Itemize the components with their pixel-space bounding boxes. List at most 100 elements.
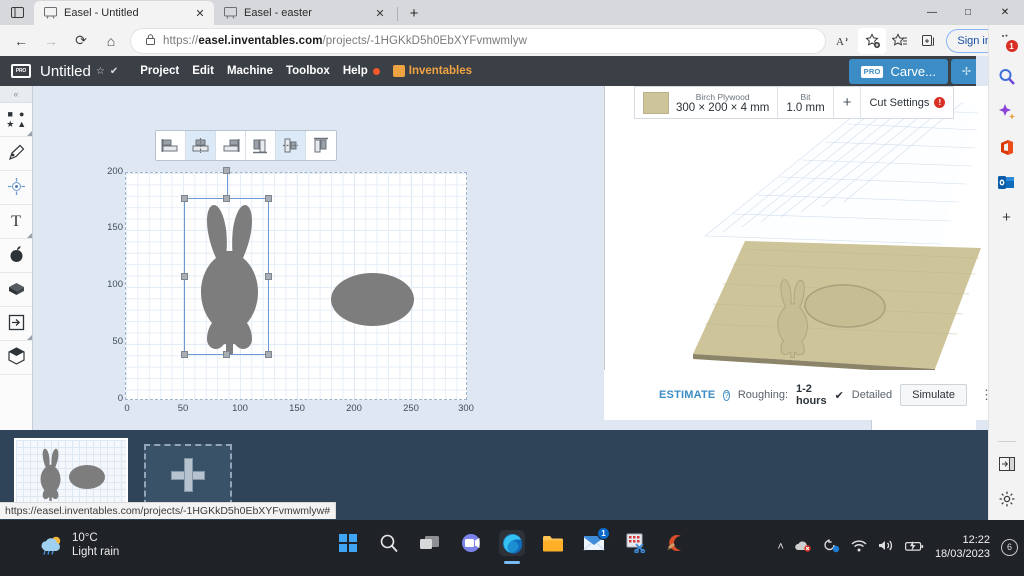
cut-settings-button[interactable]: Cut Settings ! bbox=[861, 87, 953, 118]
favorite-star-icon[interactable]: ☆ bbox=[96, 66, 105, 77]
tray-tool[interactable] bbox=[0, 273, 32, 307]
detailed-label[interactable]: Detailed bbox=[852, 389, 892, 401]
material-button[interactable]: Birch Plywood 300 × 200 × 4 mm bbox=[635, 87, 779, 118]
search-icon[interactable] bbox=[994, 64, 1020, 90]
menu-toolbox[interactable]: Toolbox bbox=[286, 65, 330, 77]
resize-handle-n[interactable] bbox=[222, 195, 230, 202]
edge-button[interactable] bbox=[499, 530, 525, 556]
add-sidebar-app-icon[interactable]: + bbox=[994, 204, 1020, 230]
material-swatch bbox=[643, 91, 669, 114]
teams-button[interactable] bbox=[458, 530, 484, 556]
resize-handle-sw[interactable] bbox=[181, 351, 188, 358]
new-tab-button[interactable]: + bbox=[401, 1, 427, 25]
menu-project[interactable]: Project bbox=[140, 65, 179, 77]
page-title: Untitled bbox=[40, 62, 91, 80]
oval-shape[interactable] bbox=[331, 273, 414, 326]
tab-actions-button[interactable] bbox=[0, 0, 34, 25]
inventables-link[interactable]: Inventables bbox=[392, 65, 472, 77]
file-explorer-button[interactable] bbox=[540, 530, 566, 556]
info-icon[interactable]: ? bbox=[723, 389, 730, 401]
resize-handle-ne[interactable] bbox=[265, 195, 272, 202]
mail-button[interactable]: 1 bbox=[581, 527, 610, 556]
minimize-button[interactable]: — bbox=[914, 0, 950, 25]
read-aloud-icon[interactable]: A bbox=[830, 28, 858, 54]
battery-icon[interactable] bbox=[904, 540, 924, 555]
menu-edit[interactable]: Edit bbox=[192, 65, 214, 77]
align-left-button[interactable] bbox=[156, 131, 186, 160]
align-center-vertical-button[interactable] bbox=[276, 131, 306, 160]
easel-logo-icon[interactable]: PRO bbox=[8, 62, 34, 80]
simulate-button[interactable]: Simulate bbox=[900, 384, 967, 406]
carbide-create-button[interactable] bbox=[663, 530, 689, 556]
center-point-tool[interactable] bbox=[0, 171, 32, 205]
outlook-icon[interactable] bbox=[994, 169, 1020, 195]
resize-handle-w[interactable] bbox=[181, 272, 188, 280]
copilot-sparkle-icon[interactable] bbox=[994, 99, 1020, 125]
wifi-icon[interactable] bbox=[851, 539, 867, 555]
browser-tab-1[interactable]: Easel - Untitled ✕ bbox=[34, 1, 214, 25]
sidebar-toggle-icon[interactable] bbox=[994, 451, 1020, 477]
weather-widget[interactable]: 10°C Light rain bbox=[38, 532, 119, 559]
tray-expand-icon[interactable]: ˄ bbox=[778, 541, 784, 553]
collections-icon[interactable] bbox=[914, 28, 942, 54]
resize-handle-se[interactable] bbox=[265, 351, 272, 358]
three-d-tool[interactable] bbox=[0, 341, 32, 375]
rail-collapse-button[interactable]: « bbox=[0, 86, 32, 103]
resize-handle-s[interactable] bbox=[222, 351, 230, 358]
window-close-button[interactable]: ✕ bbox=[986, 0, 1024, 25]
carve-button[interactable]: PRO Carve... bbox=[848, 59, 948, 84]
estimate-label[interactable]: ESTIMATE bbox=[659, 389, 715, 401]
material-bar: Birch Plywood 300 × 200 × 4 mm Bit 1.0 m… bbox=[634, 86, 955, 119]
import-tool[interactable] bbox=[0, 307, 32, 341]
snipping-tool-button[interactable] bbox=[622, 530, 648, 556]
clock-time: 12:22 bbox=[962, 534, 990, 546]
search-taskbar-button[interactable] bbox=[376, 530, 402, 556]
task-view-button[interactable] bbox=[417, 530, 443, 556]
add-workpiece-button[interactable] bbox=[144, 444, 232, 506]
tab-title: Easel - easter bbox=[244, 7, 312, 19]
address-bar[interactable]: https://easel.inventables.com/projects/-… bbox=[130, 27, 827, 54]
mail-badge: 1 bbox=[597, 527, 610, 540]
align-top-button[interactable] bbox=[246, 131, 276, 160]
sync-icon[interactable] bbox=[823, 538, 840, 556]
clock[interactable]: 12:22 18/03/2023 bbox=[935, 533, 990, 561]
sidebar-settings-icon[interactable] bbox=[994, 486, 1020, 512]
resize-handle-e[interactable] bbox=[265, 272, 272, 280]
bit-button[interactable]: Bit 1.0 mm bbox=[778, 87, 834, 118]
pen-tool[interactable] bbox=[0, 137, 32, 171]
close-icon[interactable]: ✕ bbox=[192, 5, 208, 21]
start-button[interactable] bbox=[335, 530, 361, 556]
align-right-button[interactable] bbox=[216, 131, 246, 160]
carve-label: Carve... bbox=[890, 64, 936, 79]
preview-grid bbox=[704, 99, 979, 245]
notification-center-button[interactable]: 6 bbox=[1001, 538, 1018, 556]
back-button[interactable]: ← bbox=[6, 28, 36, 54]
favorites-icon[interactable] bbox=[886, 28, 914, 54]
menu-machine[interactable]: Machine bbox=[227, 65, 273, 77]
add-bit-button[interactable]: + bbox=[834, 87, 862, 118]
ruler-tick-x: 50 bbox=[177, 403, 189, 414]
resize-handle-nw[interactable] bbox=[181, 195, 188, 202]
apps-tool[interactable] bbox=[0, 239, 32, 273]
forward-button[interactable]: → bbox=[36, 28, 66, 54]
close-icon[interactable]: ✕ bbox=[372, 5, 388, 21]
office-icon[interactable] bbox=[994, 134, 1020, 160]
shapes-tool[interactable]: ■ ● ★ ▲ bbox=[0, 103, 32, 137]
text-tool[interactable]: T bbox=[0, 205, 32, 239]
volume-icon[interactable] bbox=[878, 539, 894, 555]
reload-button[interactable]: ⟳ bbox=[66, 28, 96, 54]
browser-tab-2[interactable]: Easel - easter ✕ bbox=[214, 1, 394, 25]
tray-icon bbox=[7, 281, 26, 299]
roughing-value: 1-2 hours bbox=[796, 383, 827, 407]
onedrive-alert-icon[interactable] bbox=[795, 539, 812, 555]
add-favorite-icon[interactable] bbox=[858, 27, 887, 54]
rotation-handle[interactable] bbox=[222, 167, 230, 174]
align-bottom-button[interactable] bbox=[306, 131, 336, 160]
windows-taskbar: 10°C Light rain 1 ˄ 12:22 18/03/2023 6 bbox=[0, 520, 1024, 576]
menu-help[interactable]: Help bbox=[343, 65, 368, 77]
align-center-horizontal-button[interactable] bbox=[186, 131, 216, 160]
design-grid[interactable] bbox=[125, 167, 467, 400]
maximize-button[interactable]: □ bbox=[950, 0, 986, 25]
home-button[interactable]: ⌂ bbox=[96, 28, 126, 54]
copilot-notification-icon[interactable]: 1 bbox=[994, 29, 1020, 55]
